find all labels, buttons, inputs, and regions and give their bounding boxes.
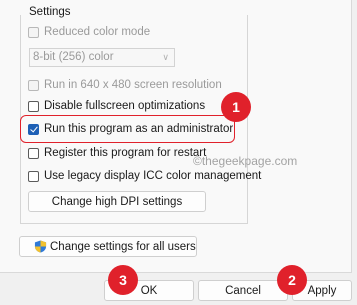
register-restart-label[interactable]: Register this program for restart	[44, 147, 206, 159]
reduced-color-mode-checkbox	[28, 26, 39, 38]
run-640-label: Run in 640 x 480 screen resolution	[44, 79, 222, 91]
cancel-button[interactable]: Cancel	[198, 280, 288, 301]
reduced-color-mode-option: Reduced color mode	[28, 24, 150, 40]
register-restart-checkbox[interactable]	[28, 147, 39, 159]
disable-fullscreen-option[interactable]: Disable fullscreen optimizations	[28, 98, 205, 114]
color-mode-select-value: 8-bit (256) color	[33, 51, 114, 63]
annotation-marker-2: 2	[277, 265, 307, 295]
legacy-icc-label[interactable]: Use legacy display ICC color management	[44, 170, 261, 182]
change-high-dpi-button[interactable]: Change high DPI settings	[28, 191, 206, 212]
compatibility-panel: Settings Reduced color mode 8-bit (256) …	[0, 0, 352, 273]
legacy-icc-checkbox[interactable]	[28, 170, 39, 182]
watermark-text: ©thegeekpage.com	[193, 154, 298, 168]
register-restart-option[interactable]: Register this program for restart	[28, 145, 206, 161]
reduced-color-mode-label: Reduced color mode	[44, 26, 151, 38]
shield-icon	[34, 240, 47, 253]
run-640-checkbox	[28, 79, 39, 91]
annotation-marker-3: 3	[108, 265, 138, 295]
chevron-down-icon: ∨	[162, 52, 169, 62]
run-640-option: Run in 640 x 480 screen resolution	[28, 77, 222, 93]
annotation-highlight	[20, 115, 235, 143]
color-mode-select: 8-bit (256) color ∨	[29, 48, 175, 67]
change-settings-all-users-label: Change settings for all users	[50, 240, 196, 253]
annotation-marker-1: 1	[221, 92, 251, 122]
settings-group-label: Settings	[27, 6, 73, 18]
disable-fullscreen-checkbox[interactable]	[28, 100, 39, 112]
disable-fullscreen-label[interactable]: Disable fullscreen optimizations	[44, 100, 205, 112]
change-settings-all-users-button[interactable]: Change settings for all users	[19, 236, 197, 257]
legacy-icc-option[interactable]: Use legacy display ICC color management	[28, 168, 261, 184]
